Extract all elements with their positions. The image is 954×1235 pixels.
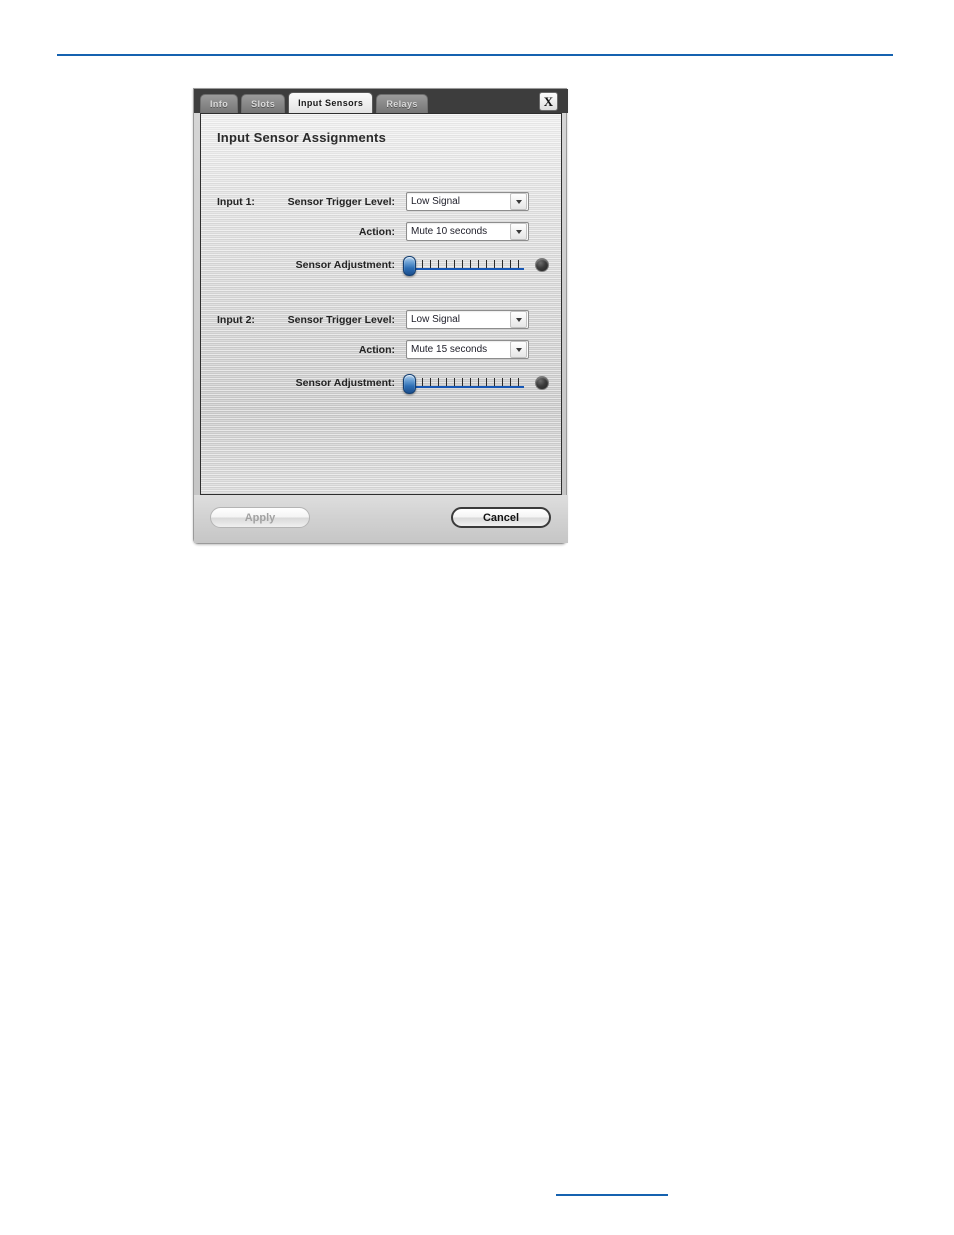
input-1-trigger-select[interactable]: Low Signal — [406, 192, 529, 211]
apply-button-label: Apply — [244, 511, 276, 524]
close-icon[interactable]: X — [539, 92, 558, 111]
input-1-adjustment-label: Sensor Adjustment: — [295, 259, 395, 271]
tab-relays-label: Relays — [386, 99, 418, 109]
input-1-trigger-value: Low Signal — [411, 196, 460, 207]
input-2-action-label: Action: — [358, 344, 395, 356]
input-2-name: Input 2: — [217, 314, 255, 326]
input-2-trigger-select[interactable]: Low Signal — [406, 310, 529, 329]
cancel-button[interactable]: Cancel — [451, 507, 551, 528]
input-1-action-row: Action: Mute 10 seconds — [201, 222, 561, 247]
slider-thumb[interactable] — [403, 374, 416, 394]
input-1-group: Input 1: Sensor Trigger Level: Low Signa… — [201, 192, 561, 281]
apply-button[interactable]: Apply — [210, 507, 310, 528]
input-1-name: Input 1: — [217, 196, 255, 208]
input-2-adjustment-slider[interactable] — [403, 374, 524, 394]
tab-input-sensors[interactable]: Input Sensors — [288, 92, 374, 113]
input-2-action-select[interactable]: Mute 15 seconds — [406, 340, 529, 359]
cancel-button-label: Cancel — [482, 511, 520, 524]
slider-track — [406, 268, 524, 270]
input-2-action-value: Mute 15 seconds — [411, 344, 488, 355]
input-1-adjustment-row: Sensor Adjustment: — [201, 254, 561, 276]
input-2-adjustment-label: Sensor Adjustment: — [295, 377, 395, 389]
slider-track — [406, 386, 524, 388]
tab-slots[interactable]: Slots — [241, 94, 286, 113]
input-1-trigger-row: Input 1: Sensor Trigger Level: Low Signa… — [201, 192, 561, 217]
input-2-group: Input 2: Sensor Trigger Level: Low Signa… — [201, 310, 561, 399]
chevron-down-icon[interactable] — [510, 193, 527, 210]
page-title: Input Sensor Assignments — [217, 130, 387, 145]
input-2-trigger-value: Low Signal — [411, 314, 460, 325]
input-2-status-led — [535, 376, 549, 390]
input-2-trigger-row: Input 2: Sensor Trigger Level: Low Signa… — [201, 310, 561, 335]
slider-ticks — [414, 260, 522, 268]
input-2-trigger-label: Sensor Trigger Level: — [287, 314, 395, 326]
input-sensors-dialog: Info Slots Input Sensors Relays X Input … — [193, 88, 568, 544]
page-footer-rule — [556, 1194, 668, 1196]
dialog-footer: Apply Cancel — [194, 495, 568, 543]
input-1-trigger-label: Sensor Trigger Level: — [287, 196, 395, 208]
tab-input-sensors-label: Input Sensors — [298, 98, 364, 108]
slider-thumb[interactable] — [403, 256, 416, 276]
input-2-action-row: Action: Mute 15 seconds — [201, 340, 561, 365]
input-1-status-led — [535, 258, 549, 272]
input-1-action-label: Action: — [358, 226, 395, 238]
tab-info[interactable]: Info — [200, 94, 239, 113]
input-2-adjustment-row: Sensor Adjustment: — [201, 372, 561, 394]
tab-info-label: Info — [210, 99, 229, 109]
slider-ticks — [414, 378, 522, 386]
page-header-rule — [57, 54, 893, 56]
input-1-action-select[interactable]: Mute 10 seconds — [406, 222, 529, 241]
tab-slots-label: Slots — [251, 99, 276, 109]
chevron-down-icon[interactable] — [510, 311, 527, 328]
tab-relays[interactable]: Relays — [376, 94, 428, 113]
chevron-down-icon[interactable] — [510, 341, 527, 358]
close-button-label: X — [543, 93, 554, 109]
chevron-down-icon[interactable] — [510, 223, 527, 240]
content-panel: Input Sensor Assignments Input 1: Sensor… — [200, 113, 562, 495]
tab-bar: Info Slots Input Sensors Relays — [194, 89, 568, 113]
input-1-action-value: Mute 10 seconds — [411, 226, 488, 237]
input-1-adjustment-slider[interactable] — [403, 256, 524, 276]
